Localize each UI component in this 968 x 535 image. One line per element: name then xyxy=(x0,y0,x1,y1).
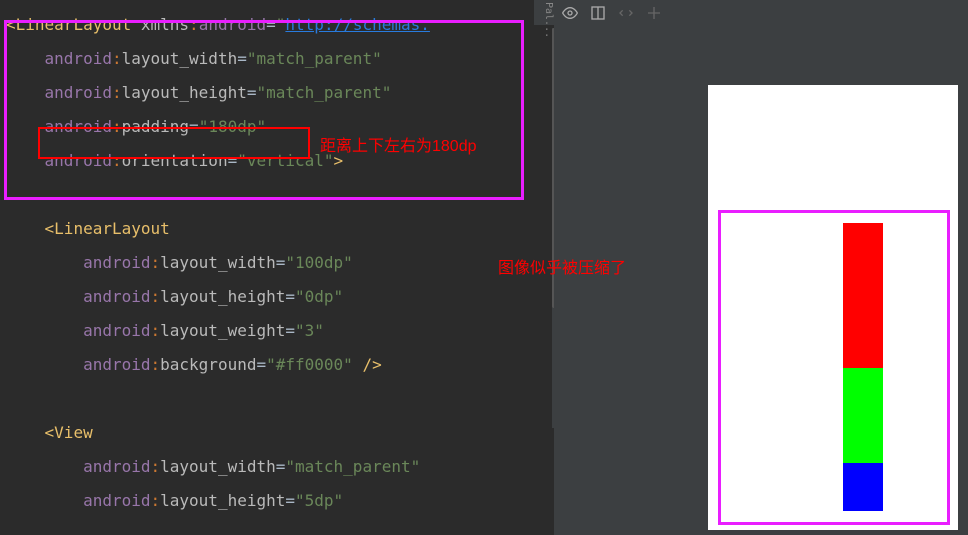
device-preview[interactable] xyxy=(708,85,958,530)
layout-preview-panel xyxy=(554,30,968,535)
annotation-box-padding xyxy=(38,127,310,159)
arrows-icon[interactable] xyxy=(646,5,662,25)
swap-icon[interactable] xyxy=(618,5,634,25)
annotation-padding-text: 距离上下左右为180dp xyxy=(320,132,477,156)
code-line[interactable]: <LinearLayout xyxy=(6,212,535,246)
eye-icon[interactable] xyxy=(562,5,578,25)
annotation-box-outer xyxy=(4,20,524,200)
columns-icon[interactable] xyxy=(590,5,606,25)
code-line[interactable]: android:layout_width="match_parent" xyxy=(6,450,535,484)
palette-tab[interactable]: Pal... xyxy=(534,0,554,25)
annotation-compress-text: 图像似乎被压缩了 xyxy=(498,254,626,278)
code-line[interactable]: <View xyxy=(6,416,535,450)
blue-view xyxy=(843,463,883,511)
red-view xyxy=(843,223,883,368)
code-line[interactable]: android:layout_weight="3" xyxy=(6,314,535,348)
code-line[interactable]: android:layout_height="5dp" xyxy=(6,484,535,518)
preview-selection-highlight xyxy=(718,210,950,525)
code-line[interactable]: android:layout_width="100dp" xyxy=(6,246,535,280)
preview-content xyxy=(843,223,883,511)
code-line[interactable] xyxy=(6,382,535,416)
green-view xyxy=(843,368,883,463)
preview-toolbar xyxy=(554,0,968,30)
code-line[interactable]: android:background="#ff0000" /> xyxy=(6,348,535,382)
code-line[interactable]: android:layout_height="0dp" xyxy=(6,280,535,314)
